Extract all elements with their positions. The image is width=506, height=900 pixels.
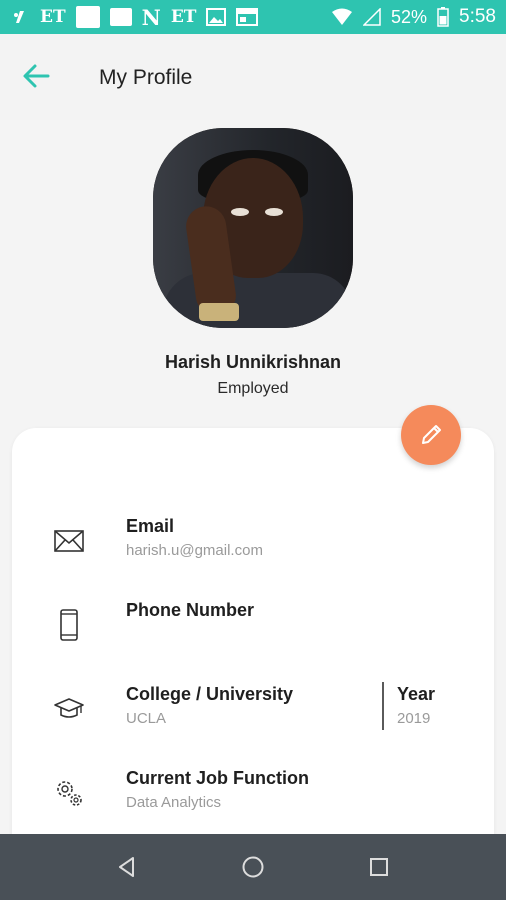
cell-signal-icon bbox=[362, 8, 381, 26]
user-name: Harish Unnikrishnan bbox=[164, 352, 342, 372]
arrow-left-icon bbox=[23, 64, 50, 88]
year-divider bbox=[382, 682, 384, 730]
clock: 5:58 bbox=[459, 6, 496, 27]
back-button[interactable] bbox=[18, 58, 54, 94]
image-notification-icon bbox=[206, 8, 227, 26]
gears-icon bbox=[52, 776, 86, 810]
graduation-cap-icon bbox=[52, 692, 86, 726]
app-bar: My Profile bbox=[0, 34, 506, 120]
app-notification-icon bbox=[10, 7, 30, 27]
news-notification-icon bbox=[75, 6, 100, 28]
n-notification-icon: N bbox=[141, 4, 161, 30]
status-bar: ET N ET 52% 5:58 bbox=[0, 0, 506, 34]
year-label: Year bbox=[397, 684, 436, 704]
triangle-back-icon bbox=[119, 857, 134, 877]
battery-percent: 52% bbox=[390, 6, 428, 27]
phone-label: Phone Number bbox=[126, 600, 255, 620]
envelope-icon bbox=[52, 524, 86, 558]
smartphone-icon bbox=[52, 608, 86, 642]
page-title: My Profile bbox=[99, 66, 193, 89]
system-nav-bar bbox=[0, 834, 506, 900]
job-function-label: Current Job Function bbox=[126, 768, 309, 788]
wifi-icon bbox=[331, 8, 353, 26]
battery-icon bbox=[437, 7, 449, 27]
college-label: College / University bbox=[126, 684, 294, 704]
edit-profile-button[interactable] bbox=[401, 405, 461, 465]
calendar-notification-icon bbox=[236, 8, 259, 26]
blank-notification-icon bbox=[109, 8, 132, 26]
et-notification-icon-2: ET bbox=[170, 7, 197, 27]
email-value: harish.u@gmail.com bbox=[126, 542, 263, 559]
year-value: 2019 bbox=[397, 710, 431, 727]
job-function-value: Data Analytics bbox=[126, 794, 222, 811]
nav-home-button[interactable] bbox=[238, 852, 268, 882]
pencil-icon bbox=[422, 425, 441, 444]
circle-home-icon bbox=[242, 856, 264, 878]
avatar bbox=[153, 128, 353, 328]
user-employment-status: Employed bbox=[217, 380, 289, 397]
nav-back-button[interactable] bbox=[112, 852, 142, 882]
college-value: UCLA bbox=[126, 710, 167, 727]
email-label: Email bbox=[126, 516, 175, 536]
et-notification-icon: ET bbox=[40, 7, 66, 27]
nav-recents-button[interactable] bbox=[364, 852, 394, 882]
square-recents-icon bbox=[370, 858, 388, 876]
